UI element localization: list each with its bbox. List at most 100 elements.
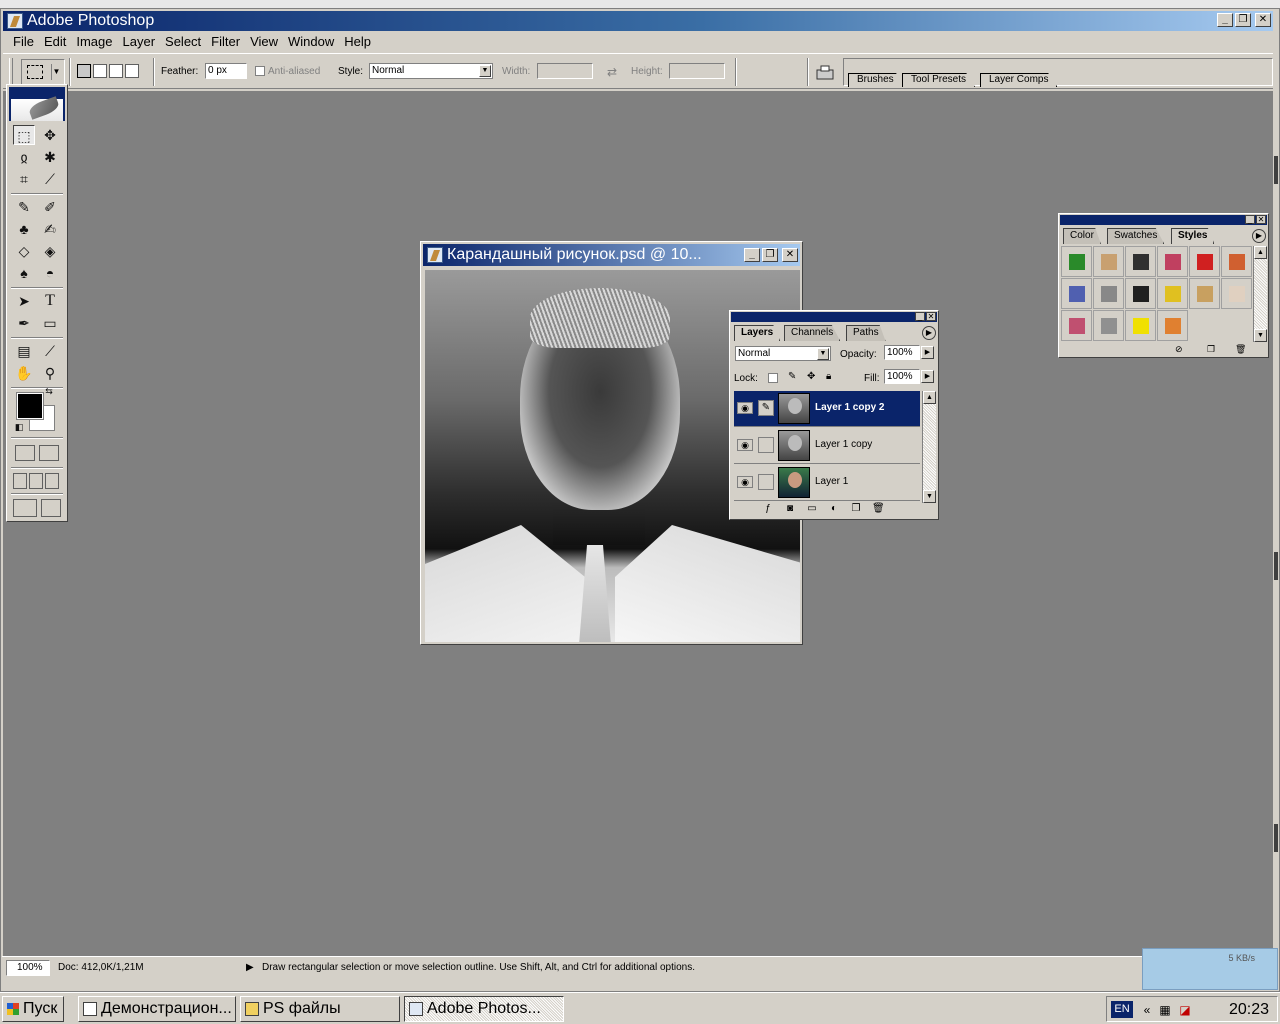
layer-mask-icon[interactable]: ◙	[784, 503, 796, 515]
layer-row[interactable]: ◉ Layer 1	[734, 465, 920, 501]
opacity-input[interactable]: 100%	[884, 345, 920, 360]
menu-view[interactable]: View	[246, 32, 284, 51]
clone-stamp-icon[interactable]: ♣	[13, 219, 35, 239]
style-swatch[interactable]	[1093, 310, 1124, 341]
style-swatch[interactable]	[1093, 278, 1124, 309]
start-button[interactable]: Пуск	[2, 996, 64, 1022]
styles-scrollbar[interactable]: ▲ ▼	[1253, 246, 1267, 342]
visibility-eye-icon[interactable]: ◉	[737, 439, 753, 451]
well-tab-layer-comps[interactable]: Layer Comps	[980, 73, 1058, 87]
layers-scrollbar[interactable]: ▲ ▼	[922, 391, 936, 503]
palette-menu-icon[interactable]: ▶	[1252, 229, 1266, 243]
tab-swatches[interactable]: Swatches	[1107, 228, 1165, 244]
lock-all-icon[interactable]: 🔒︎	[826, 371, 831, 382]
trash-icon[interactable]: 🗑︎	[872, 503, 885, 515]
screen-mode-menu-icon[interactable]	[29, 473, 43, 489]
width-input[interactable]	[537, 63, 593, 79]
height-input[interactable]	[669, 63, 725, 79]
palette-close-button[interactable]: ✕	[926, 312, 936, 321]
style-swatch[interactable]	[1189, 246, 1220, 277]
lock-transparency-icon[interactable]	[768, 373, 778, 383]
menu-layer[interactable]: Layer	[119, 32, 162, 51]
fill-input[interactable]: 100%	[884, 369, 920, 384]
layers-palette-header[interactable]: _ ✕	[731, 312, 937, 322]
swap-colors-icon[interactable]: ⇆	[43, 385, 55, 397]
jump-to-imageready-icon[interactable]	[13, 499, 37, 517]
tab-paths[interactable]: Paths	[846, 325, 886, 341]
menu-select[interactable]: Select	[161, 32, 207, 51]
menu-edit[interactable]: Edit	[40, 32, 72, 51]
brush-tool-icon[interactable]: ✐	[39, 197, 61, 217]
zoom-field[interactable]: 100%	[6, 960, 50, 976]
shape-tool-icon[interactable]: ▭	[39, 313, 61, 333]
chevron-left-icon[interactable]: «	[1139, 1002, 1155, 1018]
slice-tool-icon[interactable]: ⟋	[39, 169, 61, 189]
history-brush-icon[interactable]: ✍	[39, 219, 61, 239]
tab-layers[interactable]: Layers	[734, 325, 781, 341]
hand-tool-icon[interactable]: ✋	[13, 363, 35, 383]
paint-bucket-icon[interactable]: ◈	[39, 241, 61, 261]
anti-aliased-checkbox[interactable]	[255, 66, 265, 76]
style-swatch[interactable]	[1221, 278, 1252, 309]
swap-dimensions-icon[interactable]: ⇄	[607, 65, 617, 79]
move-tool-icon[interactable]: ✥	[39, 125, 61, 145]
menu-help[interactable]: Help	[340, 32, 377, 51]
notes-tool-icon[interactable]: ▤	[13, 341, 35, 361]
subtract-selection-icon[interactable]	[109, 64, 123, 78]
eraser-tool-icon[interactable]: ◇	[13, 241, 35, 261]
new-selection-icon[interactable]	[77, 64, 91, 78]
style-swatch[interactable]	[1157, 310, 1188, 341]
lock-image-icon[interactable]: ✎	[788, 371, 796, 382]
style-swatch[interactable]	[1157, 246, 1188, 277]
magic-wand-icon[interactable]: ✱	[39, 147, 61, 167]
scroll-down-icon[interactable]: ▼	[1254, 329, 1267, 342]
taskbar-item-photoshop[interactable]: Adobe Photos...	[404, 996, 564, 1022]
path-selection-icon[interactable]: ➤	[13, 291, 35, 311]
style-swatch[interactable]	[1061, 246, 1092, 277]
tab-color[interactable]: Color	[1063, 228, 1101, 244]
palette-minimize-button[interactable]: _	[915, 312, 925, 321]
tab-channels[interactable]: Channels	[784, 325, 841, 341]
doc-maximize-button[interactable]: ❐	[762, 248, 778, 262]
checkmark-icon[interactable]	[41, 499, 61, 517]
layer-style-icon[interactable]: ƒ	[762, 503, 774, 515]
add-selection-icon[interactable]	[93, 64, 107, 78]
feather-input[interactable]: 0 px	[205, 63, 247, 79]
visibility-eye-icon[interactable]: ◉	[737, 476, 753, 488]
style-swatch[interactable]	[1061, 310, 1092, 341]
menu-image[interactable]: Image	[72, 32, 118, 51]
new-style-icon[interactable]: ❐	[1207, 344, 1215, 355]
palette-menu-icon[interactable]: ▶	[922, 326, 936, 340]
foreground-color-swatch[interactable]	[16, 392, 44, 420]
quick-mask-icon[interactable]	[39, 445, 59, 461]
lasso-tool-icon[interactable]: ჲ	[13, 147, 35, 167]
toolbox-header[interactable]	[9, 87, 65, 121]
file-browser-icon[interactable]	[815, 64, 835, 80]
scroll-up-icon[interactable]: ▲	[923, 391, 936, 404]
intersect-selection-icon[interactable]	[125, 64, 139, 78]
styles-palette-header[interactable]: _ ✕	[1060, 215, 1267, 225]
standard-mode-icon[interactable]	[15, 445, 35, 461]
doc-minimize-button[interactable]: _	[744, 248, 760, 262]
taskbar-item-folder[interactable]: PS файлы	[240, 996, 400, 1022]
type-tool-icon[interactable]: T	[39, 291, 61, 311]
blend-mode-select[interactable]: Normal ▼	[735, 346, 831, 361]
fill-slider-button[interactable]: ▶	[921, 370, 934, 383]
layer-row[interactable]: ◉ ✎ Layer 1 copy 2	[734, 391, 920, 427]
well-tab-brushes[interactable]: Brushes	[848, 73, 903, 87]
dodge-tool-icon[interactable]: ◓	[39, 263, 61, 283]
new-group-icon[interactable]: ▭	[806, 503, 818, 515]
trash-icon[interactable]: 🗑︎	[1235, 344, 1246, 355]
screen-mode-full-icon[interactable]	[45, 473, 59, 489]
palette-close-button[interactable]: ✕	[1256, 215, 1266, 224]
menu-window[interactable]: Window	[284, 32, 340, 51]
style-swatch[interactable]	[1125, 310, 1156, 341]
menu-filter[interactable]: Filter	[207, 32, 246, 51]
style-select[interactable]: Normal ▼	[369, 63, 493, 79]
zoom-tool-icon[interactable]: ⚲	[39, 363, 61, 383]
style-swatch[interactable]	[1221, 246, 1252, 277]
layer-row[interactable]: ◉ Layer 1 copy	[734, 428, 920, 464]
adjustment-layer-icon[interactable]: ◐	[828, 503, 840, 515]
close-button[interactable]: ✕	[1255, 13, 1271, 27]
tool-preset-picker[interactable]: ▼	[21, 59, 65, 85]
